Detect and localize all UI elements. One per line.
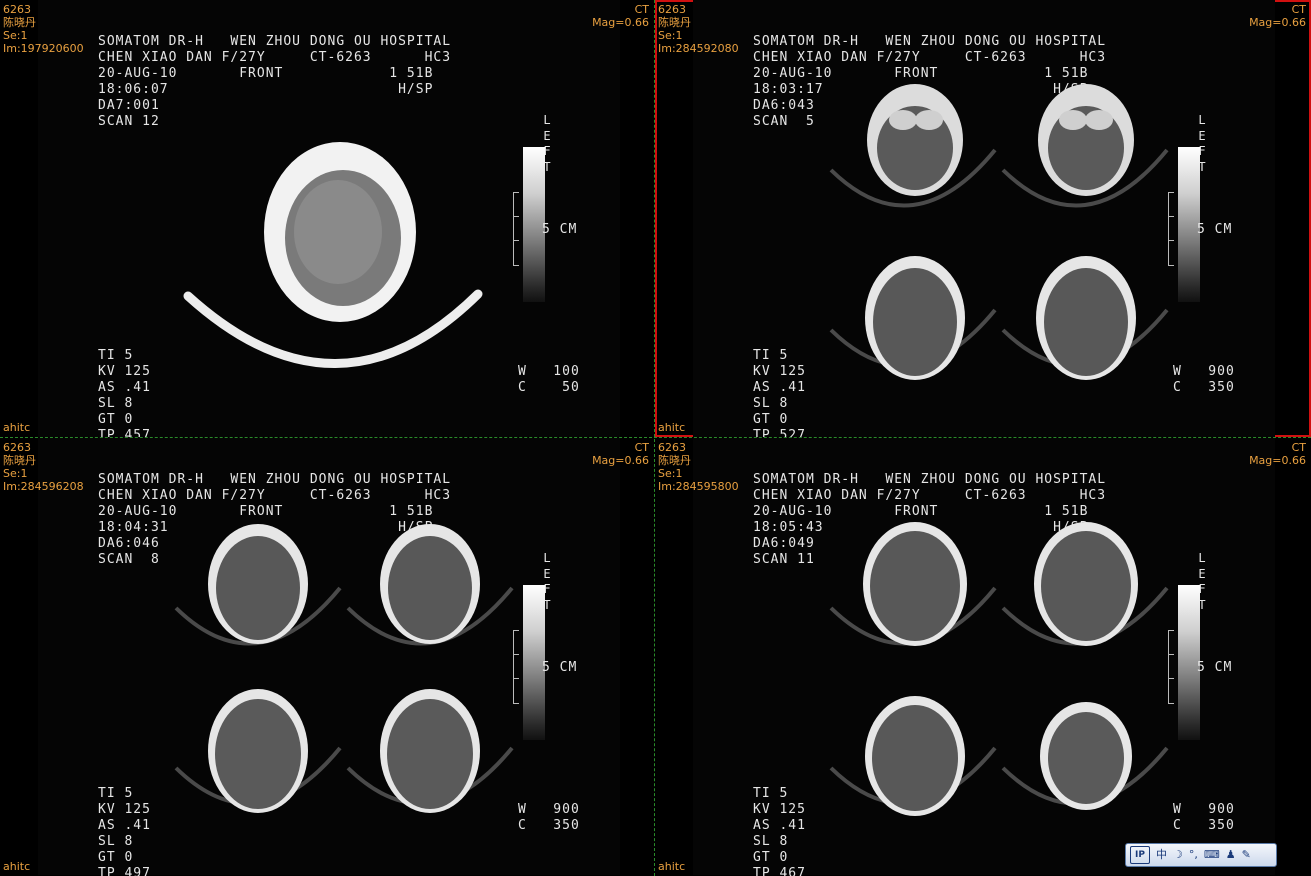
window-level: W 900 C 350 — [1173, 364, 1235, 395]
scan-params: TI 5 KV 125 AS .41 SL 8 GT 0 TP 467 — [753, 786, 806, 876]
scan-params: TI 5 KV 125 AS .41 SL 8 GT 0 TP 527 — [753, 348, 806, 437]
overlay-top-left: 6263 陈晓丹 Se:1 Im:197920600 — [3, 3, 84, 55]
scan-params: TI 5 KV 125 AS .41 SL 8 GT 0 TP 497 — [98, 786, 151, 876]
overlay-bottom-left: ahitc — [3, 421, 31, 434]
window-level: W 900 C 350 — [518, 802, 580, 833]
overlay-top-right: CT Mag=0.66 — [592, 3, 649, 29]
overlay-top-left: 6263 陈晓丹 Se:1 Im:284592080 — [658, 3, 739, 55]
dots-icon[interactable]: °, — [1189, 847, 1198, 863]
moon-icon[interactable]: ☽ — [1173, 847, 1183, 863]
ct-film: SOMATOM DR-H WEN ZHOU DONG OU HOSPITAL C… — [693, 438, 1275, 876]
scan-params: TI 5 KV 125 AS .41 SL 8 GT 0 TP 457 — [98, 348, 151, 437]
ime-logo[interactable]: IP — [1130, 846, 1150, 864]
overlay-bottom-left: ahitc — [658, 421, 686, 434]
viewport-top-right[interactable]: SOMATOM DR-H WEN ZHOU DONG OU HOSPITAL C… — [655, 0, 1311, 437]
viewport-top-left[interactable]: SOMATOM DR-H WEN ZHOU DONG OU HOSPITAL C… — [0, 0, 654, 437]
viewport-divider-horizontal[interactable] — [0, 437, 1311, 438]
ct-film: SOMATOM DR-H WEN ZHOU DONG OU HOSPITAL C… — [38, 0, 620, 437]
overlay-top-left: 6263 陈晓丹 Se:1 Im:284595800 — [658, 441, 739, 493]
overlay-top-left: 6263 陈晓丹 Se:1 Im:284596208 — [3, 441, 84, 493]
ime-language-bar[interactable]: IP 中 ☽ °, ⌨ ♟ ✎ — [1125, 843, 1277, 867]
overlay-top-right: CT Mag=0.66 — [1249, 3, 1306, 29]
keyboard-icon[interactable]: ⌨ — [1204, 847, 1220, 863]
overlay-bottom-left: ahitc — [3, 860, 31, 873]
viewport-bottom-left[interactable]: SOMATOM DR-H WEN ZHOU DONG OU HOSPITAL C… — [0, 438, 654, 876]
window-level: W 100 C 50 — [518, 364, 580, 395]
ct-film: SOMATOM DR-H WEN ZHOU DONG OU HOSPITAL C… — [693, 0, 1275, 437]
wrench-icon[interactable]: ✎ — [1242, 847, 1251, 863]
overlay-top-right: CT Mag=0.66 — [592, 441, 649, 467]
viewport-divider-vertical[interactable] — [654, 0, 655, 876]
user-icon[interactable]: ♟ — [1226, 847, 1236, 863]
overlay-top-right: CT Mag=0.66 — [1249, 441, 1306, 467]
overlay-bottom-left: ahitc — [658, 860, 686, 873]
ct-film: SOMATOM DR-H WEN ZHOU DONG OU HOSPITAL C… — [38, 438, 620, 876]
viewport-bottom-right[interactable]: SOMATOM DR-H WEN ZHOU DONG OU HOSPITAL C… — [655, 438, 1311, 876]
ime-mode-toggle[interactable]: 中 — [1156, 847, 1167, 863]
